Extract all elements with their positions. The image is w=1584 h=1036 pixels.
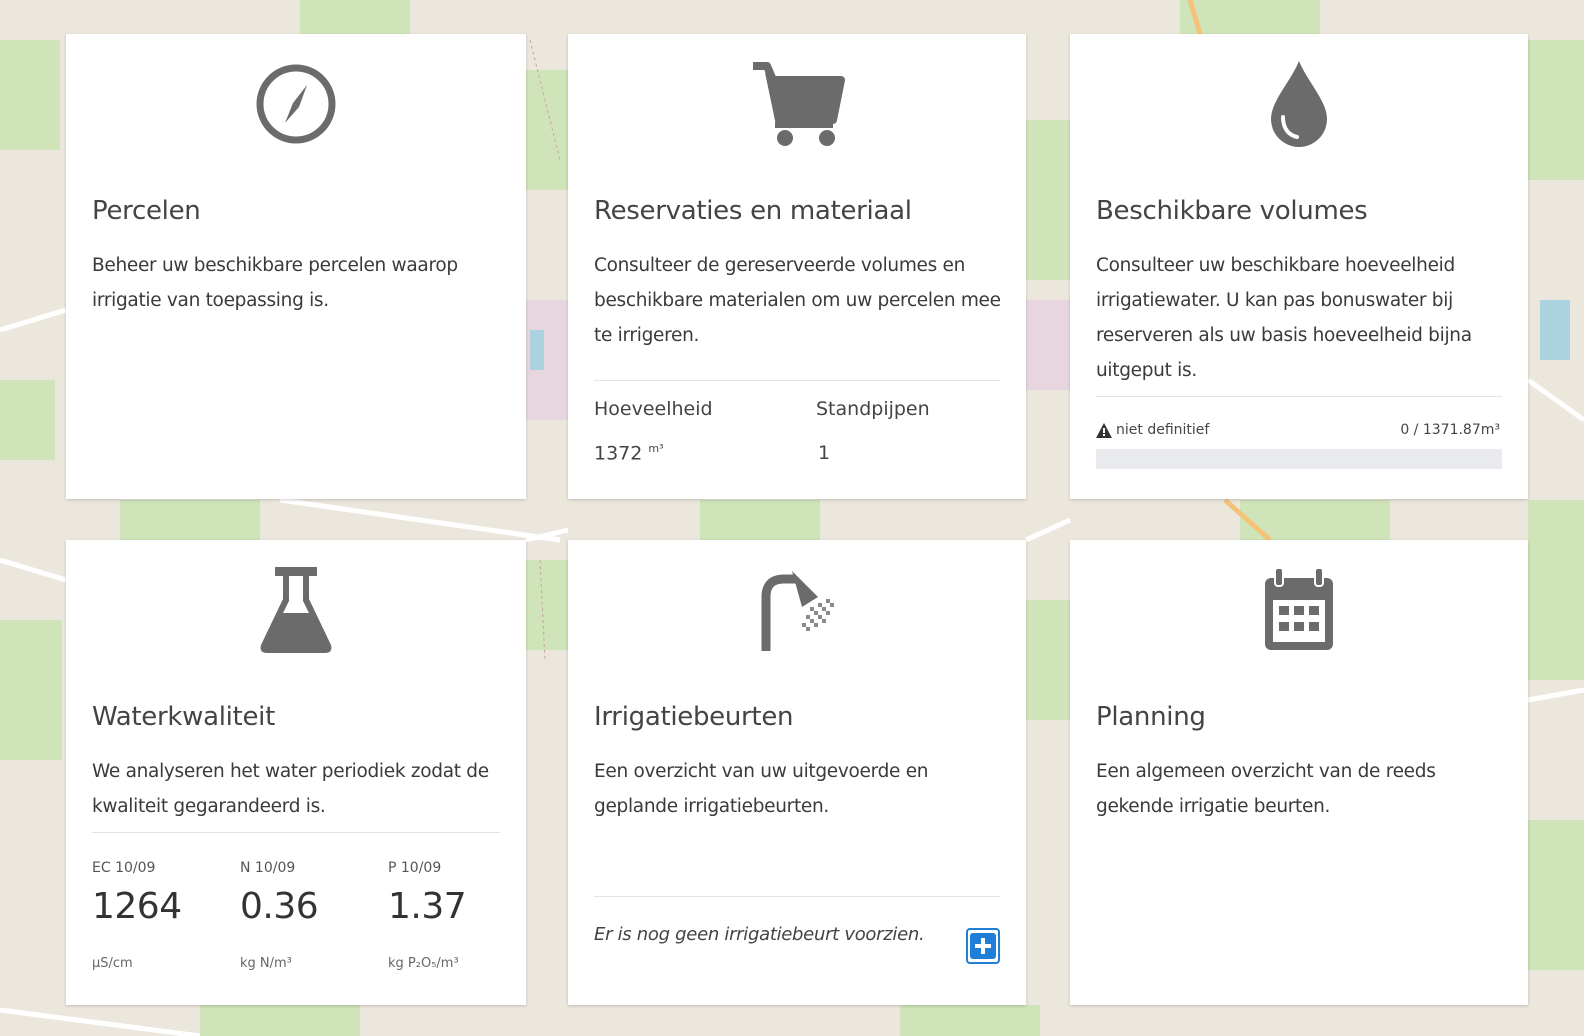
card-irrigatiebeurten[interactable]: Irrigatiebeurten Een overzicht van uw ui… [568,540,1026,1005]
metric-label-ec: EC 10/09 [92,860,156,876]
metric-value-n: 0.36 [240,886,319,927]
water-drop-icon [1249,54,1349,154]
card-title: Waterkwaliteit [92,702,275,732]
flask-icon [246,560,346,660]
quantity-label: Hoeveelheid [594,398,713,420]
divider [594,896,1000,897]
volume-progress-bar [1096,449,1502,469]
calendar-icon [1249,560,1349,660]
metric-unit-p: kg P₂O₅/m³ [388,956,459,971]
metric-value-ec: 1264 [92,886,182,927]
metric-unit-n: kg N/m³ [240,956,292,971]
card-title: Percelen [92,196,201,226]
card-reservaties[interactable]: Reservaties en materiaal Consulteer de g… [568,34,1026,499]
card-description: Een overzicht van uw uitgevoerde en gepl… [594,761,929,817]
card-description: Consulteer de gereserveerde volumes en b… [594,255,1001,346]
volume-readout: 0 / 1371.87m³ [1400,422,1500,438]
warning-icon [1096,422,1112,438]
status-badge: niet definitief [1096,422,1209,438]
compass-icon [246,54,346,154]
card-title: Beschikbare volumes [1096,196,1368,226]
divider [92,832,500,833]
metric-label-p: P 10/09 [388,860,442,876]
card-waterkwaliteit[interactable]: Waterkwaliteit We analyseren het water p… [66,540,526,1005]
card-planning[interactable]: Planning Een algemeen overzicht van de r… [1070,540,1528,1005]
metric-label-n: N 10/09 [240,860,296,876]
divider [1096,396,1502,397]
metric-value-p: 1.37 [388,886,467,927]
plus-square-icon [970,933,996,959]
quantity-value: 1372 m³ [594,442,664,465]
card-description: Beheer uw beschikbare percelen waarop ir… [92,255,458,311]
metric-unit-ec: µS/cm [92,956,133,971]
standpipes-value: 1 [818,442,831,464]
divider [594,380,1000,381]
card-description: Consulteer uw beschikbare hoeveelheid ir… [1096,255,1472,381]
standpipes-label: Standpijpen [816,398,930,420]
card-title: Planning [1096,702,1206,732]
cart-icon [747,54,847,154]
card-description: Een algemeen overzicht van de reeds geke… [1096,761,1436,817]
shower-icon [747,560,847,660]
card-description: We analyseren het water periodiek zodat … [92,761,489,817]
card-percelen[interactable]: Percelen Beheer uw beschikbare percelen … [66,34,526,499]
quantity-unit: m³ [648,442,664,455]
status-text: niet definitief [1116,422,1210,438]
card-beschikbare-volumes[interactable]: Beschikbare volumes Consulteer uw beschi… [1070,34,1528,499]
add-irrigation-button[interactable] [966,928,1000,964]
card-title: Reservaties en materiaal [594,196,912,226]
empty-state-text: Er is nog geen irrigatiebeurt voorzien. [594,924,925,945]
card-title: Irrigatiebeurten [594,702,794,732]
